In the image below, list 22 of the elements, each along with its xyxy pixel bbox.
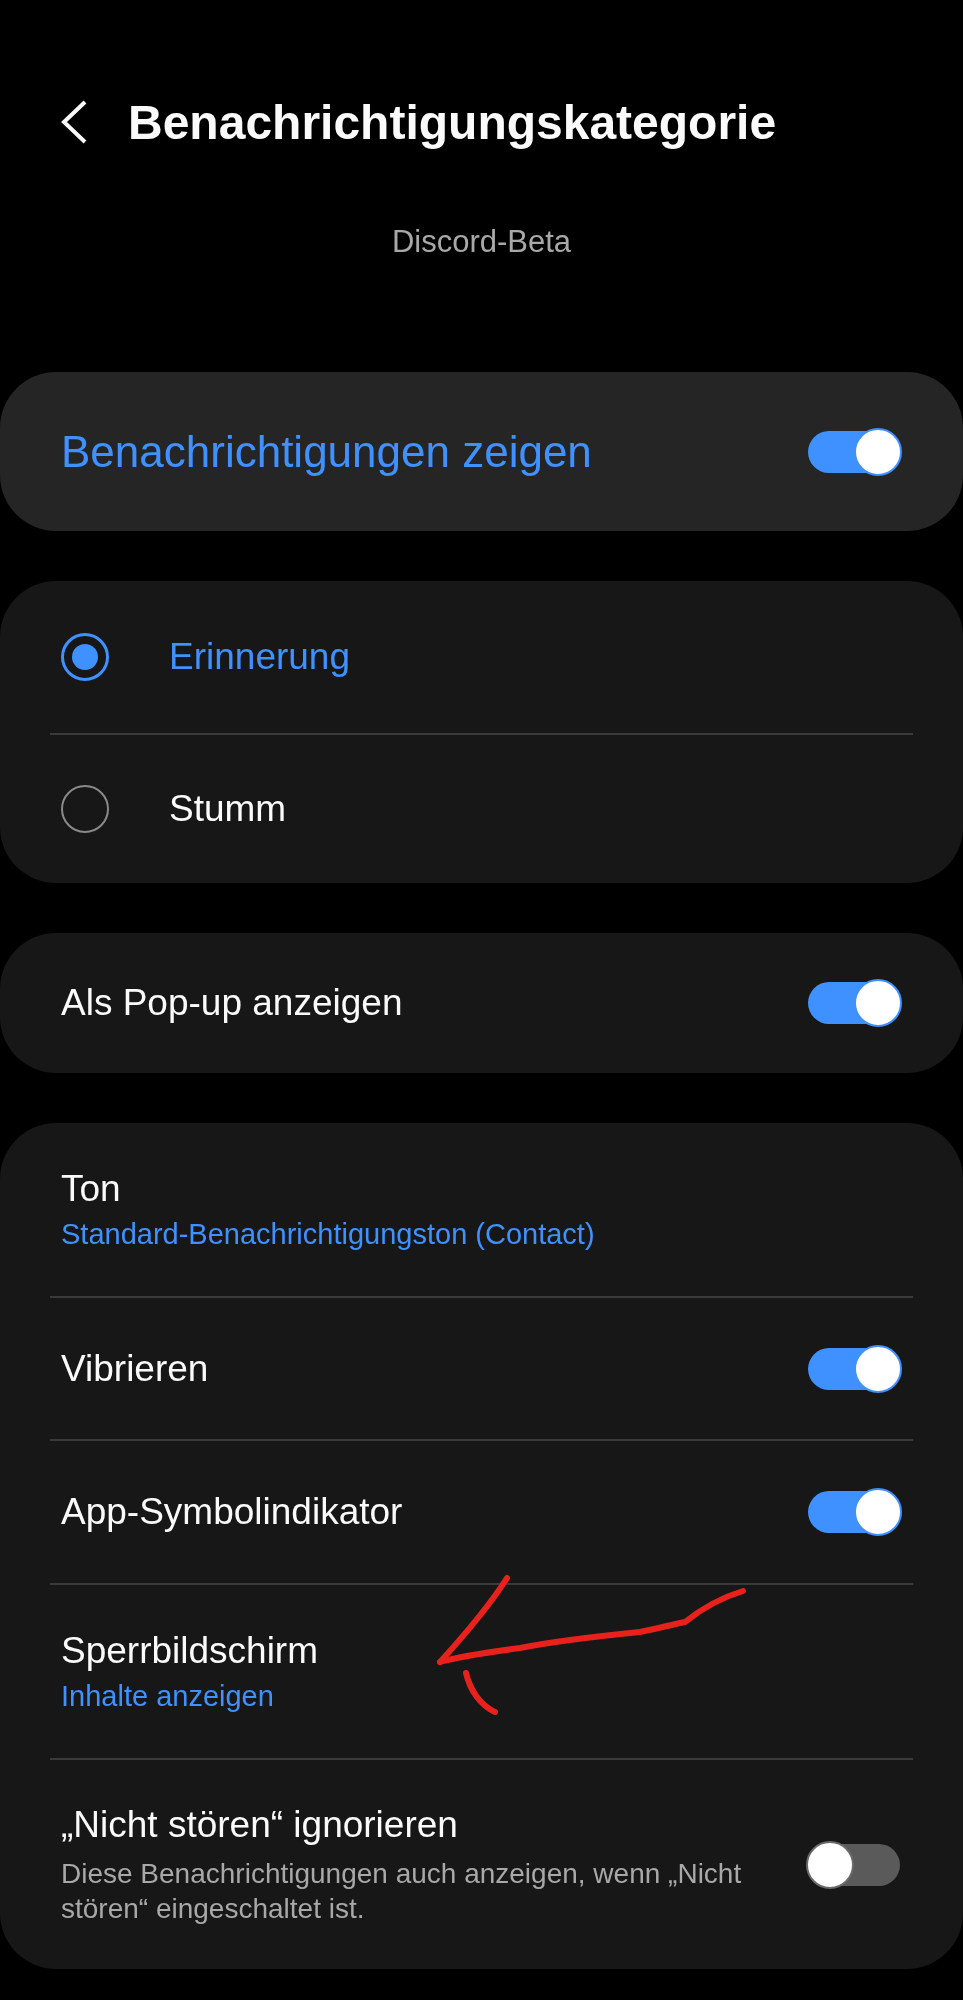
toggle-switch[interactable] <box>806 1487 902 1537</box>
setting-label: Sperrbildschirm <box>61 1630 318 1672</box>
setting-label: Ton <box>61 1168 122 1210</box>
screen-title: Benachrichtigungskategorie <box>128 94 777 150</box>
radio-button[interactable] <box>61 785 109 833</box>
setting-label: „Nicht stören“ ignorieren <box>61 1803 459 1846</box>
app-name: Discord-Beta <box>390 224 573 260</box>
setting-label: Vibrieren <box>61 1347 209 1390</box>
toggle-switch[interactable] <box>806 1343 902 1394</box>
setting-label: Benachrichtigungen zeigen <box>61 426 592 477</box>
back-icon[interactable] <box>60 99 88 145</box>
setting-value[interactable]: Standard-Benachrichtigungston (Contact) <box>61 1218 595 1251</box>
setting-description: Diese Benachrichtigungen auch anzeigen, wenn „Nicht stören“ eingeschaltet ist. <box>61 1856 743 1926</box>
toggle-switch[interactable] <box>806 426 902 477</box>
option-label: Erinnerung <box>169 636 350 678</box>
setting-value[interactable]: Inhalte anzeigen <box>61 1680 318 1713</box>
radio-button[interactable] <box>61 633 109 681</box>
option-label: Stumm <box>169 788 287 830</box>
toggle-switch[interactable] <box>806 978 902 1028</box>
setting-label: App-Symbolindikator <box>61 1491 403 1533</box>
setting-label: Als Pop-up anzeigen <box>61 982 403 1024</box>
toggle-switch[interactable] <box>806 1839 902 1890</box>
